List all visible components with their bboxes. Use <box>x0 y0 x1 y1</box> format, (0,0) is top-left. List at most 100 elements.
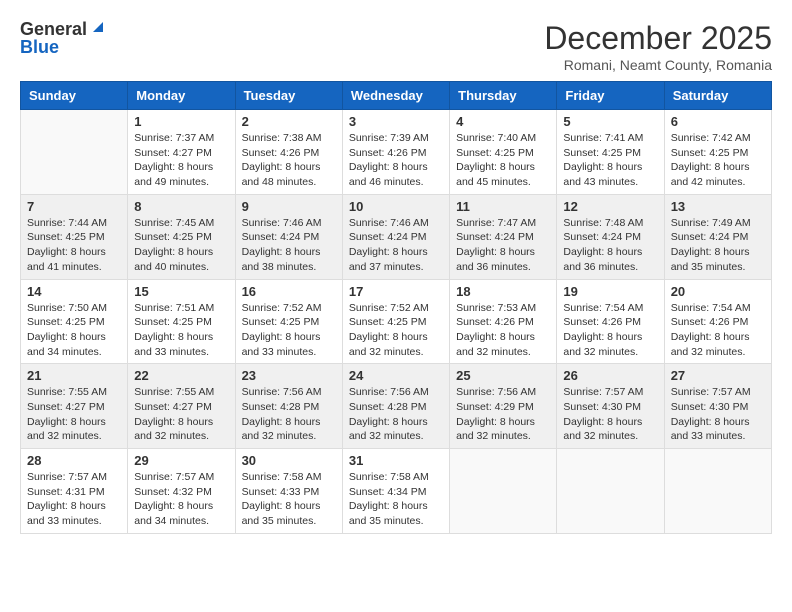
table-row: 19 Sunrise: 7:54 AMSunset: 4:26 PMDayligh… <box>557 279 664 364</box>
day-number: 2 <box>242 114 336 129</box>
day-number: 18 <box>456 284 550 299</box>
table-row: 4 Sunrise: 7:40 AMSunset: 4:25 PMDaylight… <box>450 110 557 195</box>
table-row <box>664 449 771 534</box>
day-info: Sunrise: 7:58 AMSunset: 4:33 PMDaylight:… <box>242 470 336 529</box>
day-info: Sunrise: 7:49 AMSunset: 4:24 PMDaylight:… <box>671 216 765 275</box>
day-number: 19 <box>563 284 657 299</box>
header-tuesday: Tuesday <box>235 82 342 110</box>
day-info: Sunrise: 7:56 AMSunset: 4:28 PMDaylight:… <box>349 385 443 444</box>
day-number: 11 <box>456 199 550 214</box>
table-row: 23 Sunrise: 7:56 AMSunset: 4:28 PMDayligh… <box>235 364 342 449</box>
table-row: 10 Sunrise: 7:46 AMSunset: 4:24 PMDayligh… <box>342 194 449 279</box>
table-row: 9 Sunrise: 7:46 AMSunset: 4:24 PMDaylight… <box>235 194 342 279</box>
table-row <box>21 110 128 195</box>
day-number: 27 <box>671 368 765 383</box>
calendar-week-row: 28 Sunrise: 7:57 AMSunset: 4:31 PMDayligh… <box>21 449 772 534</box>
day-info: Sunrise: 7:48 AMSunset: 4:24 PMDaylight:… <box>563 216 657 275</box>
calendar-week-row: 14 Sunrise: 7:50 AMSunset: 4:25 PMDayligh… <box>21 279 772 364</box>
month-year-title: December 2025 <box>544 20 772 57</box>
day-number: 23 <box>242 368 336 383</box>
day-number: 30 <box>242 453 336 468</box>
day-info: Sunrise: 7:52 AMSunset: 4:25 PMDaylight:… <box>349 301 443 360</box>
day-info: Sunrise: 7:57 AMSunset: 4:31 PMDaylight:… <box>27 470 121 529</box>
day-info: Sunrise: 7:52 AMSunset: 4:25 PMDaylight:… <box>242 301 336 360</box>
day-info: Sunrise: 7:53 AMSunset: 4:26 PMDaylight:… <box>456 301 550 360</box>
day-info: Sunrise: 7:46 AMSunset: 4:24 PMDaylight:… <box>242 216 336 275</box>
day-info: Sunrise: 7:51 AMSunset: 4:25 PMDaylight:… <box>134 301 228 360</box>
day-number: 22 <box>134 368 228 383</box>
logo-icon <box>89 18 107 36</box>
day-info: Sunrise: 7:46 AMSunset: 4:24 PMDaylight:… <box>349 216 443 275</box>
location-subtitle: Romani, Neamt County, Romania <box>544 57 772 73</box>
day-info: Sunrise: 7:55 AMSunset: 4:27 PMDaylight:… <box>27 385 121 444</box>
day-info: Sunrise: 7:47 AMSunset: 4:24 PMDaylight:… <box>456 216 550 275</box>
logo: General Blue <box>20 20 107 56</box>
day-info: Sunrise: 7:57 AMSunset: 4:30 PMDaylight:… <box>671 385 765 444</box>
day-info: Sunrise: 7:50 AMSunset: 4:25 PMDaylight:… <box>27 301 121 360</box>
day-info: Sunrise: 7:54 AMSunset: 4:26 PMDaylight:… <box>563 301 657 360</box>
day-info: Sunrise: 7:56 AMSunset: 4:28 PMDaylight:… <box>242 385 336 444</box>
page-header: General Blue December 2025 Romani, Neamt… <box>20 20 772 73</box>
day-number: 4 <box>456 114 550 129</box>
day-info: Sunrise: 7:54 AMSunset: 4:26 PMDaylight:… <box>671 301 765 360</box>
day-number: 26 <box>563 368 657 383</box>
day-info: Sunrise: 7:42 AMSunset: 4:25 PMDaylight:… <box>671 131 765 190</box>
day-number: 12 <box>563 199 657 214</box>
table-row: 31Sunrise: 7:58 AMSunset: 4:34 PMDayligh… <box>342 449 449 534</box>
day-info: Sunrise: 7:40 AMSunset: 4:25 PMDaylight:… <box>456 131 550 190</box>
title-section: December 2025 Romani, Neamt County, Roma… <box>544 20 772 73</box>
table-row: 30 Sunrise: 7:58 AMSunset: 4:33 PMDayligh… <box>235 449 342 534</box>
day-info: Sunrise: 7:57 AMSunset: 4:30 PMDaylight:… <box>563 385 657 444</box>
table-row: 5Sunrise: 7:41 AMSunset: 4:25 PMDaylight… <box>557 110 664 195</box>
day-number: 29 <box>134 453 228 468</box>
table-row: 26 Sunrise: 7:57 AMSunset: 4:30 PMDayligh… <box>557 364 664 449</box>
day-number: 17 <box>349 284 443 299</box>
day-number: 13 <box>671 199 765 214</box>
header-saturday: Saturday <box>664 82 771 110</box>
table-row: 15 Sunrise: 7:51 AMSunset: 4:25 PMDayligh… <box>128 279 235 364</box>
table-row: 25 Sunrise: 7:56 AMSunset: 4:29 PMDayligh… <box>450 364 557 449</box>
table-row: 21Sunrise: 7:55 AMSunset: 4:27 PMDayligh… <box>21 364 128 449</box>
day-info: Sunrise: 7:56 AMSunset: 4:29 PMDaylight:… <box>456 385 550 444</box>
day-number: 14 <box>27 284 121 299</box>
day-info: Sunrise: 7:38 AMSunset: 4:26 PMDaylight:… <box>242 131 336 190</box>
day-number: 3 <box>349 114 443 129</box>
table-row: 7 Sunrise: 7:44 AMSunset: 4:25 PMDaylight… <box>21 194 128 279</box>
table-row: 27 Sunrise: 7:57 AMSunset: 4:30 PMDayligh… <box>664 364 771 449</box>
day-number: 1 <box>134 114 228 129</box>
table-row: 13 Sunrise: 7:49 AMSunset: 4:24 PMDayligh… <box>664 194 771 279</box>
logo-general-text: General <box>20 20 87 38</box>
table-row <box>450 449 557 534</box>
day-number: 10 <box>349 199 443 214</box>
calendar-table: Sunday Monday Tuesday Wednesday Thursday… <box>20 81 772 534</box>
table-row: 24Sunrise: 7:56 AMSunset: 4:28 PMDayligh… <box>342 364 449 449</box>
header-friday: Friday <box>557 82 664 110</box>
day-number: 25 <box>456 368 550 383</box>
table-row <box>557 449 664 534</box>
day-info: Sunrise: 7:58 AMSunset: 4:34 PMDaylight:… <box>349 470 443 529</box>
calendar-week-row: 7 Sunrise: 7:44 AMSunset: 4:25 PMDaylight… <box>21 194 772 279</box>
table-row: 11 Sunrise: 7:47 AMSunset: 4:24 PMDayligh… <box>450 194 557 279</box>
day-number: 7 <box>27 199 121 214</box>
day-info: Sunrise: 7:55 AMSunset: 4:27 PMDaylight:… <box>134 385 228 444</box>
day-number: 16 <box>242 284 336 299</box>
table-row: 28 Sunrise: 7:57 AMSunset: 4:31 PMDayligh… <box>21 449 128 534</box>
day-info: Sunrise: 7:44 AMSunset: 4:25 PMDaylight:… <box>27 216 121 275</box>
day-number: 9 <box>242 199 336 214</box>
day-number: 28 <box>27 453 121 468</box>
calendar-header-row: Sunday Monday Tuesday Wednesday Thursday… <box>21 82 772 110</box>
table-row: 2 Sunrise: 7:38 AMSunset: 4:26 PMDaylight… <box>235 110 342 195</box>
header-monday: Monday <box>128 82 235 110</box>
logo-blue-text: Blue <box>20 38 59 56</box>
day-info: Sunrise: 7:45 AMSunset: 4:25 PMDaylight:… <box>134 216 228 275</box>
table-row: 20Sunrise: 7:54 AMSunset: 4:26 PMDayligh… <box>664 279 771 364</box>
day-info: Sunrise: 7:41 AMSunset: 4:25 PMDaylight:… <box>563 131 657 190</box>
calendar-week-row: 21Sunrise: 7:55 AMSunset: 4:27 PMDayligh… <box>21 364 772 449</box>
table-row: 14 Sunrise: 7:50 AMSunset: 4:25 PMDayligh… <box>21 279 128 364</box>
table-row: 17 Sunrise: 7:52 AMSunset: 4:25 PMDayligh… <box>342 279 449 364</box>
table-row: 8Sunrise: 7:45 AMSunset: 4:25 PMDaylight… <box>128 194 235 279</box>
day-number: 15 <box>134 284 228 299</box>
table-row: 18 Sunrise: 7:53 AMSunset: 4:26 PMDayligh… <box>450 279 557 364</box>
header-wednesday: Wednesday <box>342 82 449 110</box>
table-row: 6Sunrise: 7:42 AMSunset: 4:25 PMDaylight… <box>664 110 771 195</box>
